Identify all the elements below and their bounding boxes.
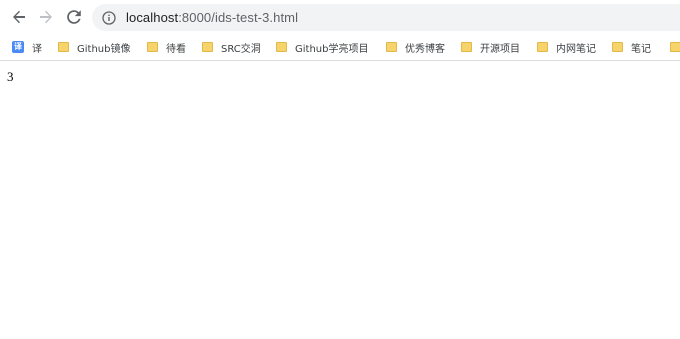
arrow-left-icon: [11, 9, 27, 25]
folder-icon: [202, 42, 213, 52]
url-text[interactable]: localhost:8000/ids-test-3.html: [126, 10, 298, 25]
bookmark-intranet-notes[interactable]: 内网笔记: [537, 38, 596, 56]
bookmark-src[interactable]: SRC交洞: [202, 38, 261, 56]
folder-icon: [461, 42, 472, 52]
url-host: localhost: [126, 10, 179, 25]
body-text: 3: [7, 69, 14, 84]
arrow-right-icon: [38, 9, 54, 25]
info-icon[interactable]: [101, 10, 117, 26]
back-button[interactable]: [7, 5, 31, 29]
bookmark-label: Github学亮项目: [295, 43, 369, 55]
bookmark-label: SRC交洞: [221, 43, 261, 55]
forward-button[interactable]: [34, 5, 58, 29]
bookmark-label: 待看: [166, 43, 186, 55]
folder-icon: [670, 42, 680, 52]
folder-icon: [147, 42, 158, 52]
translate-icon: 译: [12, 41, 24, 53]
bookmark-label: 优秀博客: [405, 43, 445, 55]
reload-icon: [66, 9, 82, 25]
bookmark-github-projects[interactable]: Github学亮项目: [276, 38, 368, 56]
bookmark-translate[interactable]: 译 译: [12, 38, 42, 56]
bookmarks-bar: 译 译 Github镜像 待看 SRC交洞 Github学亮项目 优秀博客 开源…: [0, 34, 680, 61]
bookmark-github-mirror[interactable]: Github镜像: [58, 38, 130, 56]
bookmark-notes[interactable]: 笔记: [612, 38, 651, 56]
address-bar[interactable]: localhost:8000/ids-test-3.html: [92, 4, 680, 31]
bookmark-label: 内网笔记: [556, 43, 596, 55]
folder-icon: [386, 42, 397, 52]
folder-icon: [58, 42, 69, 52]
url-path: :8000/ids-test-3.html: [178, 10, 299, 25]
folder-icon: [276, 42, 287, 52]
reload-button[interactable]: [62, 5, 86, 29]
bookmark-label: Github镜像: [77, 43, 131, 55]
page-content: 3: [0, 61, 680, 85]
bookmark-label: 笔记: [631, 43, 651, 55]
folder-icon: [612, 42, 623, 52]
folder-icon: [537, 42, 548, 52]
browser-toolbar: localhost:8000/ids-test-3.html: [0, 0, 680, 34]
bookmark-blogs[interactable]: 优秀博客: [386, 38, 445, 56]
bookmark-label: 译: [32, 43, 42, 55]
bookmark-label: 开源项目: [480, 43, 520, 55]
bookmark-overflow[interactable]: [670, 38, 680, 56]
bookmark-to-read[interactable]: 待看: [147, 38, 186, 56]
bookmark-open-source[interactable]: 开源项目: [461, 38, 520, 56]
